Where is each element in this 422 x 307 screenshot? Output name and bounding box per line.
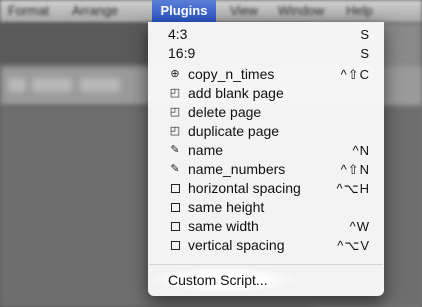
pencil-icon: ✎ [170, 163, 180, 175]
menu-item-label: delete page [188, 104, 262, 120]
plugins-menu: 4:3 S 16:9 S ⊕ copy_n_times ^⇧C ◰ add bl… [148, 22, 384, 296]
menu-item-label: copy_n_times [188, 66, 275, 82]
menu-help[interactable]: Help [346, 0, 373, 22]
menu-plugins[interactable]: Plugins [152, 0, 216, 22]
menu-item-horizontal-spacing[interactable]: horizontal spacing ^⌥H [148, 179, 384, 198]
menu-item-vertical-spacing[interactable]: vertical spacing ^⌥V [148, 236, 384, 255]
menu-item-shortcut: ^⌥H [336, 181, 370, 196]
menu-item-custom-script[interactable]: Custom Script... [148, 267, 384, 293]
menu-item-shortcut: ^W [349, 219, 370, 234]
menu-window[interactable]: Window [278, 0, 324, 22]
menu-item-shortcut: ^⌥V [337, 238, 370, 253]
page-icon: ◰ [169, 87, 181, 99]
toolbar-control [8, 78, 26, 92]
menu-item-label: add blank page [188, 85, 284, 101]
menu-item-label: duplicate page [188, 123, 280, 139]
menu-item-duplicate-page[interactable]: ◰ duplicate page [148, 122, 384, 141]
menu-item-copy-n-times[interactable]: ⊕ copy_n_times ^⇧C [148, 65, 384, 84]
menu-bar: Format Arrange Plugins View Window Help [0, 0, 422, 22]
page-icon: ◰ [169, 106, 181, 118]
menu-arrange[interactable]: Arrange [72, 0, 118, 22]
menu-item-name-numbers[interactable]: ✎ name_numbers ^⇧N [148, 160, 384, 179]
menu-item-4-3[interactable]: 4:3 S [148, 25, 384, 44]
menu-item-name[interactable]: ✎ name ^N [148, 141, 384, 160]
gear-icon: ⊕ [170, 68, 180, 80]
toolbar-control [80, 78, 120, 92]
menu-item-label: horizontal spacing [188, 180, 301, 196]
square-icon [168, 198, 182, 219]
square-icon [168, 217, 182, 238]
menu-view[interactable]: View [230, 0, 258, 22]
menu-item-label: name [188, 142, 224, 158]
page-icon: ◰ [169, 125, 181, 137]
menu-item-16-9[interactable]: 16:9 S [148, 44, 384, 63]
menu-item-shortcut: ^⇧C [340, 67, 370, 82]
menu-item-label: name_numbers [188, 161, 286, 177]
menu-item-shortcut: S [360, 27, 370, 42]
pencil-icon: ✎ [170, 144, 180, 156]
menu-format[interactable]: Format [8, 0, 49, 22]
menu-item-delete-page[interactable]: ◰ delete page [148, 103, 384, 122]
menu-item-same-height[interactable]: same height [148, 198, 384, 217]
menu-item-label: 16:9 [168, 45, 196, 61]
menu-separator [149, 264, 383, 265]
menu-item-label: Custom Script... [168, 272, 268, 288]
menu-item-label: vertical spacing [188, 237, 285, 253]
zoom-control [32, 78, 72, 92]
menu-item-shortcut: ^⇧N [340, 162, 370, 177]
menu-item-same-width[interactable]: same width ^W [148, 217, 384, 236]
menu-item-label: same width [188, 218, 259, 234]
menu-item-add-blank-page[interactable]: ◰ add blank page [148, 84, 384, 103]
menu-item-label: 4:3 [168, 26, 188, 42]
square-icon [168, 236, 182, 257]
square-icon [168, 179, 182, 200]
menu-item-shortcut: S [360, 46, 370, 61]
menu-item-shortcut: ^N [352, 143, 370, 158]
menu-item-label: same height [188, 199, 265, 215]
